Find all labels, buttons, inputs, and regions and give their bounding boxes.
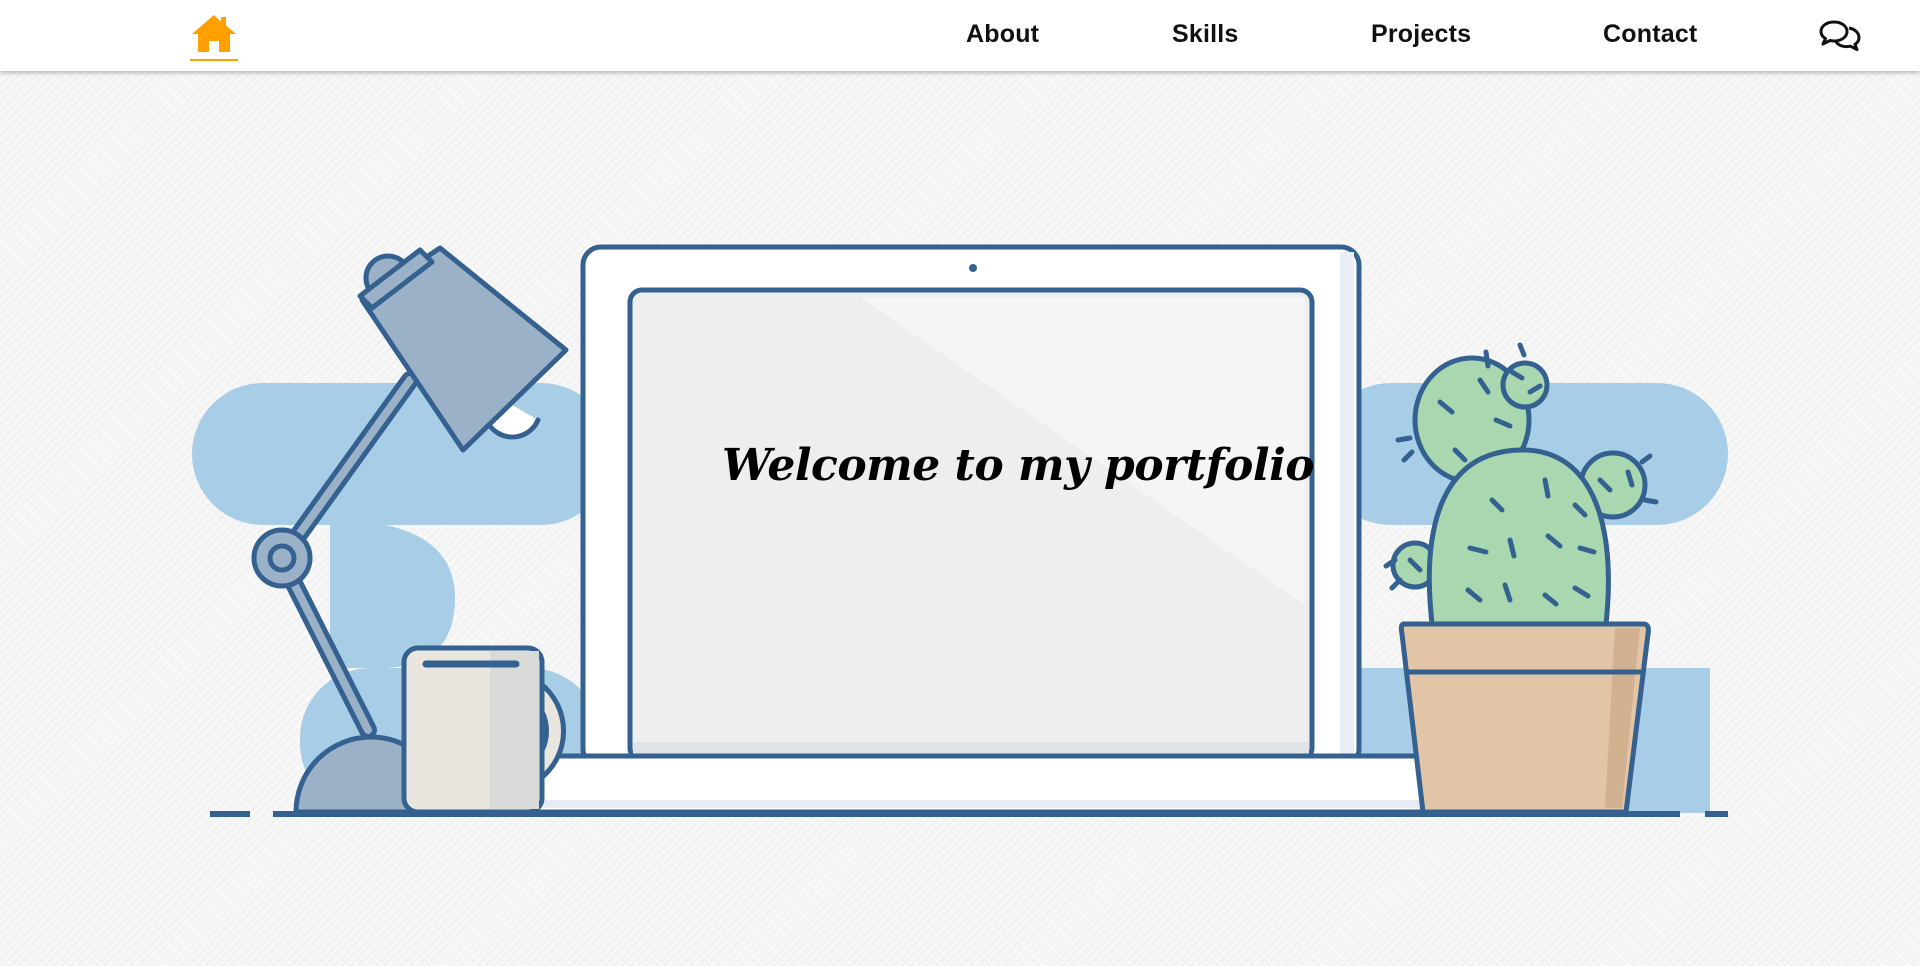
hero-section: Welcome to my portfolio bbox=[0, 0, 1920, 966]
home-link[interactable] bbox=[190, 12, 240, 62]
top-navbar: About Skills Projects Contact bbox=[0, 0, 1920, 71]
active-underline bbox=[190, 59, 238, 61]
nav-skills[interactable]: Skills bbox=[1172, 20, 1239, 49]
nav-contact[interactable]: Contact bbox=[1603, 20, 1697, 49]
nav-projects[interactable]: Projects bbox=[1371, 20, 1471, 49]
coffee-mug bbox=[401, 645, 566, 815]
home-icon bbox=[192, 15, 236, 52]
laptop bbox=[477, 244, 1512, 815]
chat-button[interactable] bbox=[1818, 18, 1862, 54]
chat-bubbles-icon bbox=[1819, 20, 1861, 51]
nav-about[interactable]: About bbox=[966, 20, 1039, 49]
hero-headline: Welcome to my portfolio bbox=[722, 440, 1315, 491]
